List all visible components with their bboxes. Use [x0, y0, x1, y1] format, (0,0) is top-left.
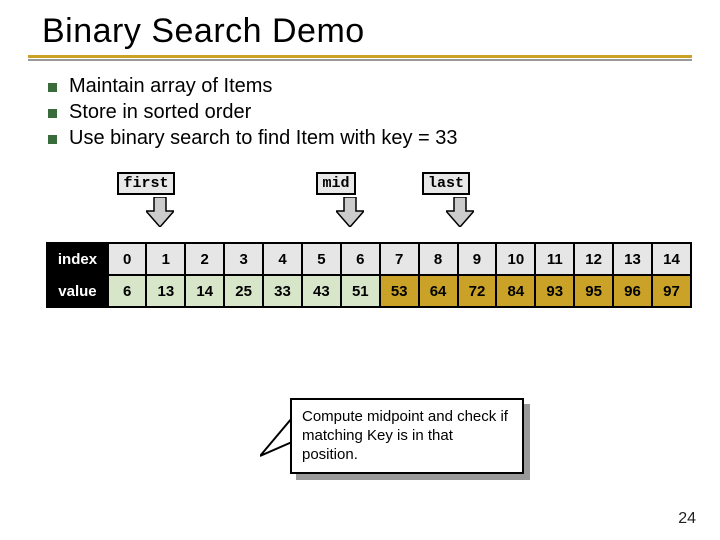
callout-box: Compute midpoint and check if matching K… — [290, 398, 524, 474]
bullet-list: Maintain array of Items Store in sorted … — [48, 75, 692, 150]
index-cell: 12 — [574, 243, 613, 275]
index-cell: 9 — [458, 243, 497, 275]
index-cell: 1 — [146, 243, 185, 275]
value-cell: 84 — [496, 275, 535, 307]
value-cell: 96 — [613, 275, 652, 307]
title-rule-grey — [28, 59, 692, 61]
bullet-item: Maintain array of Items — [48, 75, 692, 98]
bullet-text: Store in sorted order — [69, 101, 251, 124]
bullet-item: Use binary search to find Item with key … — [48, 127, 692, 150]
index-cell: 8 — [419, 243, 458, 275]
pointer-first: first — [110, 172, 182, 197]
index-cell: 13 — [613, 243, 652, 275]
index-cell: 3 — [224, 243, 263, 275]
value-cell: 33 — [263, 275, 302, 307]
callout-text: Compute midpoint and check if matching K… — [302, 408, 508, 463]
index-cell: 14 — [652, 243, 691, 275]
value-cell: 64 — [419, 275, 458, 307]
value-cell: 43 — [302, 275, 341, 307]
pointer-row: first mid last — [84, 172, 692, 242]
bullet-text: Use binary search to find Item with key … — [69, 127, 458, 150]
page-number: 24 — [678, 510, 696, 528]
index-cell: 2 — [185, 243, 224, 275]
bullet-icon — [48, 83, 57, 92]
index-cell: 6 — [341, 243, 380, 275]
row-header-index: index — [47, 243, 108, 275]
index-cell: 5 — [302, 243, 341, 275]
array-table-wrap: index 0 1 2 3 4 5 6 7 8 9 10 11 12 13 14… — [46, 242, 692, 308]
index-cell: 4 — [263, 243, 302, 275]
value-cell: 97 — [652, 275, 691, 307]
table-row: value 6 13 14 25 33 43 51 53 64 72 84 93… — [47, 275, 691, 307]
bullet-item: Store in sorted order — [48, 101, 692, 124]
value-cell: 53 — [380, 275, 419, 307]
array-table: index 0 1 2 3 4 5 6 7 8 9 10 11 12 13 14… — [46, 242, 692, 308]
index-cell: 10 — [496, 243, 535, 275]
row-header-value: value — [47, 275, 108, 307]
table-row: index 0 1 2 3 4 5 6 7 8 9 10 11 12 13 14 — [47, 243, 691, 275]
pointer-first-label: first — [117, 172, 174, 195]
title-rule-gold — [28, 55, 692, 58]
bullet-text: Maintain array of Items — [69, 75, 272, 98]
slide: Binary Search Demo Maintain array of Ite… — [0, 0, 720, 540]
value-cell: 14 — [185, 275, 224, 307]
index-cell: 7 — [380, 243, 419, 275]
index-cell: 11 — [535, 243, 574, 275]
page-title: Binary Search Demo — [28, 12, 692, 51]
pointer-mid-label: mid — [316, 172, 355, 195]
value-cell: 25 — [224, 275, 263, 307]
pointer-mid: mid — [300, 172, 372, 197]
value-cell: 72 — [458, 275, 497, 307]
value-cell: 93 — [535, 275, 574, 307]
value-cell: 13 — [146, 275, 185, 307]
pointer-last: last — [410, 172, 482, 197]
value-cell: 6 — [108, 275, 146, 307]
value-cell: 51 — [341, 275, 380, 307]
index-cell: 0 — [108, 243, 146, 275]
bullet-icon — [48, 109, 57, 118]
value-cell: 95 — [574, 275, 613, 307]
bullet-icon — [48, 135, 57, 144]
pointer-last-label: last — [422, 172, 470, 195]
